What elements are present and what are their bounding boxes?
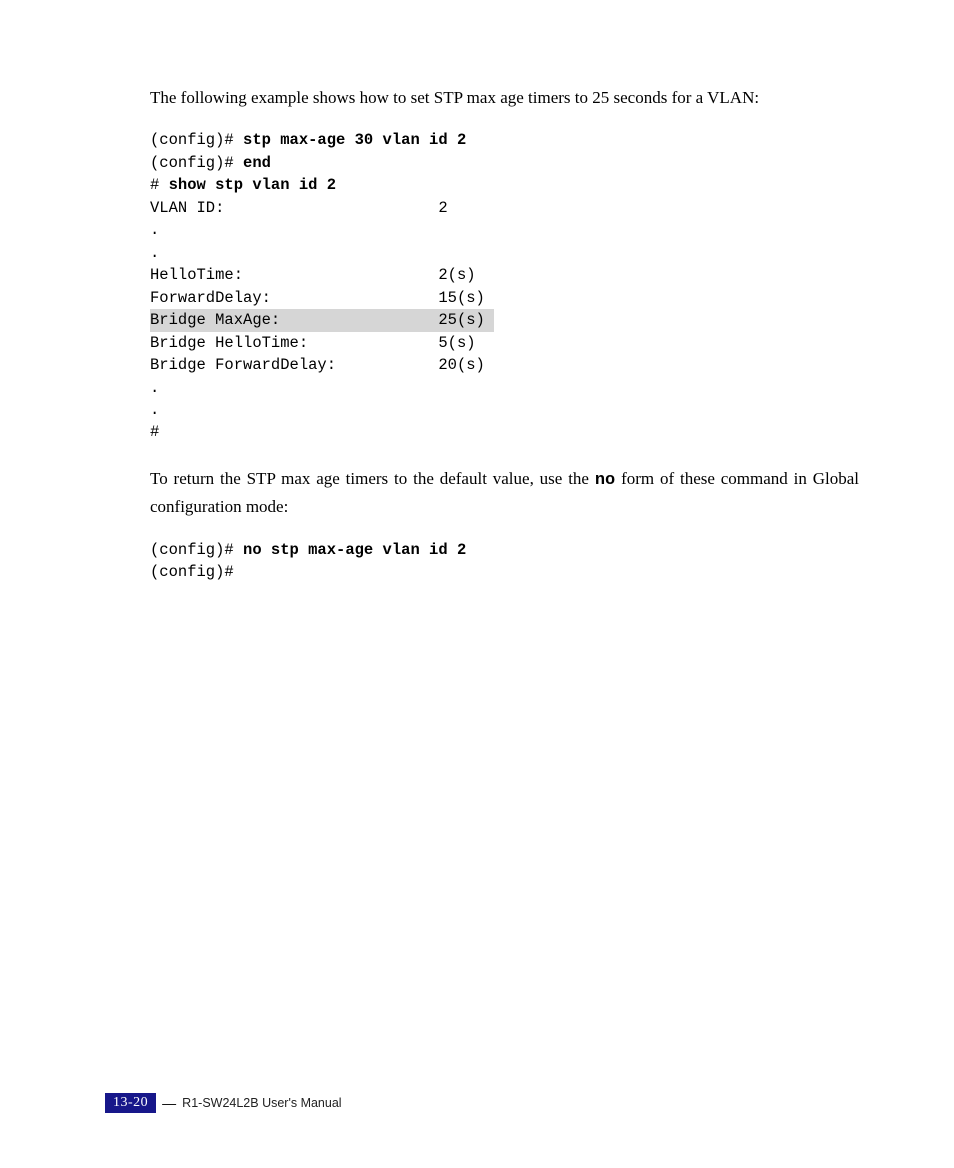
code-example-1: (config)# stp max-age 30 vlan id 2 (conf… — [150, 129, 859, 444]
prompt: # — [150, 176, 169, 194]
return-paragraph: To return the STP max age timers to the … — [150, 466, 859, 521]
text-segment: To return the STP max age timers to the … — [150, 469, 595, 488]
footer-separator: — — [162, 1095, 176, 1111]
output-row: . — [150, 219, 859, 241]
prompt: (config)# — [150, 561, 859, 583]
output-row: VLAN ID: 2 — [150, 197, 859, 219]
command: stp max-age 30 vlan id 2 — [243, 131, 466, 149]
prompt: (config)# — [150, 154, 243, 172]
inline-command: no — [595, 471, 615, 490]
page-content: The following example shows how to set S… — [0, 0, 954, 584]
output-row: Bridge HelloTime: 5(s) — [150, 332, 859, 354]
output-row: . — [150, 399, 859, 421]
code-example-2: (config)# no stp max-age vlan id 2 (conf… — [150, 539, 859, 584]
page-number-badge: 13-20 — [105, 1093, 156, 1113]
command: end — [243, 154, 271, 172]
output-row: HelloTime: 2(s) — [150, 264, 859, 286]
command: show stp vlan id 2 — [169, 176, 336, 194]
output-row-highlighted: Bridge MaxAge: 25(s) — [150, 309, 859, 331]
output-row: ForwardDelay: 15(s) — [150, 287, 859, 309]
output-row: Bridge ForwardDelay: 20(s) — [150, 354, 859, 376]
page-footer: 13-20 — R1-SW24L2B User's Manual — [105, 1093, 342, 1113]
output-row: . — [150, 242, 859, 264]
prompt: (config)# — [150, 131, 243, 149]
output-row: . — [150, 377, 859, 399]
output-row: # — [150, 421, 859, 443]
command: no stp max-age vlan id 2 — [243, 541, 466, 559]
footer-manual-title: R1-SW24L2B User's Manual — [182, 1096, 341, 1110]
intro-paragraph: The following example shows how to set S… — [150, 85, 859, 111]
highlighted-text: Bridge MaxAge: 25(s) — [150, 309, 494, 331]
prompt: (config)# — [150, 541, 243, 559]
